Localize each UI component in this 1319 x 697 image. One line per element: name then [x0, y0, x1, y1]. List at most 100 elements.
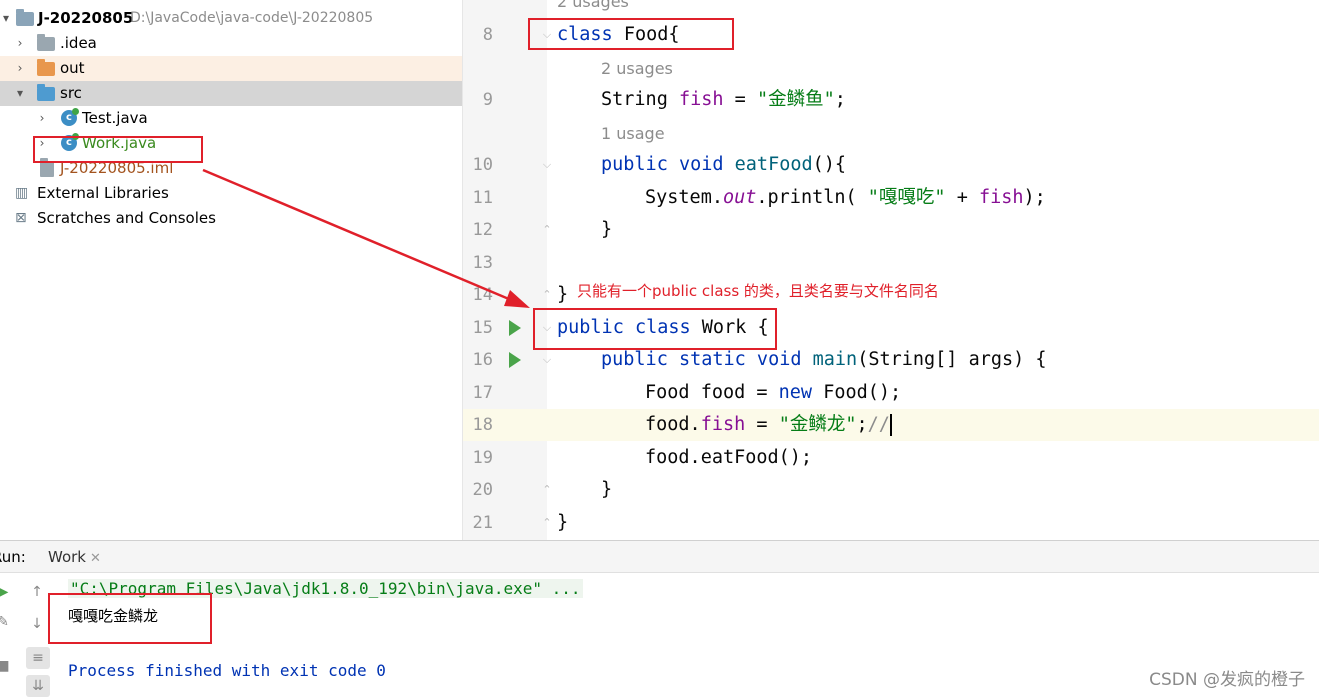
- text-caret: [889, 414, 892, 436]
- fold-icon[interactable]: ⌃: [540, 483, 554, 497]
- tree-item-label: out: [60, 59, 85, 77]
- fold-icon[interactable]: ⌃: [540, 288, 554, 302]
- code-token: Food food =: [645, 382, 779, 403]
- code-line-10[interactable]: 10 ⌵ public void eatFood(){: [463, 149, 1319, 181]
- scroll-to-end-icon[interactable]: ⇊: [26, 675, 50, 697]
- code-token: }: [601, 219, 613, 240]
- arrow-up-icon[interactable]: ↑: [28, 583, 46, 601]
- code-token: (){: [812, 154, 847, 175]
- arrow-down-icon[interactable]: ↓: [28, 615, 46, 633]
- code-token: }: [557, 512, 569, 533]
- soft-wrap-icon[interactable]: ≡: [26, 647, 50, 669]
- line-number: 19: [472, 448, 493, 468]
- line-number: 11: [472, 188, 493, 208]
- tree-item-test-java[interactable]: › c Test.java: [0, 106, 462, 131]
- code-token: =: [723, 89, 757, 110]
- run-icon[interactable]: [509, 320, 521, 336]
- code-line-17[interactable]: 17 Food food = new Food();: [463, 377, 1319, 409]
- rerun-icon[interactable]: ▶: [0, 583, 12, 601]
- code-token: new: [778, 382, 813, 403]
- console-exit-message: Process finished with exit code 0: [68, 661, 386, 680]
- line-number: 13: [472, 253, 493, 273]
- tree-item-out[interactable]: › out: [0, 56, 462, 81]
- code-token: "金鳞龙": [778, 414, 857, 435]
- root-path: D:\JavaCode\java-code\J-20220805: [130, 10, 374, 26]
- fold-icon[interactable]: ⌃: [540, 516, 554, 530]
- code-token: ;: [834, 89, 846, 110]
- run-tab-label: Work: [48, 548, 86, 566]
- code-token: System.: [645, 187, 723, 208]
- close-icon[interactable]: ✕: [90, 551, 101, 566]
- code-line-9[interactable]: 9 String fish = "金鳞鱼";: [463, 84, 1319, 116]
- chevron-down-icon[interactable]: ▾: [14, 81, 26, 106]
- line-number: 12: [472, 220, 493, 240]
- line-number: 16: [472, 350, 493, 370]
- code-token: =: [745, 414, 779, 435]
- annotation-note: 只能有一个public class 的类，且类名要与文件名同名: [577, 282, 939, 300]
- chevron-right-icon[interactable]: ›: [14, 31, 26, 56]
- inlay-hint: 2 usages: [557, 0, 629, 11]
- module-folder-icon: [16, 9, 34, 26]
- watermark: CSDN @发疯的橙子: [1149, 670, 1305, 690]
- code-line-11[interactable]: 11 System.out.println( "嘎嘎吃" + fish);: [463, 182, 1319, 214]
- tree-item-label: External Libraries: [37, 184, 169, 202]
- stop-icon[interactable]: ■: [0, 657, 12, 675]
- wrench-icon[interactable]: ✎: [0, 613, 12, 631]
- code-token: public void: [601, 154, 735, 175]
- line-number: 15: [472, 318, 493, 338]
- chevron-down-icon[interactable]: ▾: [0, 6, 12, 31]
- code-token: "金鳞鱼": [756, 89, 835, 110]
- code-token: "嘎嘎吃": [867, 187, 946, 208]
- code-token: food.: [645, 414, 701, 435]
- fold-icon[interactable]: ⌵: [540, 353, 554, 367]
- tree-item-scratches[interactable]: ⊠ Scratches and Consoles: [0, 206, 462, 231]
- code-token: String: [601, 89, 679, 110]
- annotation-box-output: [48, 593, 212, 644]
- chevron-right-icon[interactable]: ›: [36, 106, 48, 131]
- tree-item-src[interactable]: ▾ src: [0, 81, 462, 106]
- scratches-icon: ⊠: [15, 210, 27, 226]
- tree-root[interactable]: ▾ J-20220805 D:\JavaCode\java-code\J-202…: [0, 6, 462, 31]
- line-number: 21: [472, 513, 493, 533]
- run-tab-work[interactable]: Work ✕: [48, 548, 101, 566]
- chevron-right-icon[interactable]: ›: [14, 56, 26, 81]
- code-line-12[interactable]: 12 ⌃ }: [463, 214, 1319, 246]
- run-label: Run:: [0, 548, 26, 566]
- tree-item-external-libraries[interactable]: ▥ External Libraries: [0, 181, 462, 206]
- code-line-18[interactable]: 18 food.fish = "金鳞龙";//: [463, 409, 1319, 441]
- code-token: main: [812, 349, 858, 370]
- code-token: food.eatFood();: [645, 447, 813, 468]
- line-number: 8: [482, 25, 493, 45]
- run-icon[interactable]: [509, 352, 521, 368]
- inlay-hint: 2 usages: [601, 59, 673, 78]
- code-line-19[interactable]: 19 food.eatFood();: [463, 442, 1319, 474]
- code-line-21[interactable]: 21 ⌃ }: [463, 507, 1319, 539]
- source-folder-icon: [37, 84, 55, 101]
- code-token: public static void: [601, 349, 813, 370]
- code-token: .println(: [756, 187, 868, 208]
- code-editor[interactable]: 2 usages 8 ⌵ class Food{ 2 usages 9 Stri…: [462, 0, 1319, 540]
- code-token: eatFood: [734, 154, 813, 175]
- code-line-20[interactable]: 20 ⌃ }: [463, 474, 1319, 506]
- folder-icon: [37, 34, 55, 51]
- line-number: 20: [472, 480, 493, 500]
- fold-icon[interactable]: ⌃: [540, 223, 554, 237]
- code-token: }: [557, 284, 569, 305]
- code-token: Food();: [812, 382, 902, 403]
- folder-icon: [37, 59, 55, 76]
- root-name: J-20220805: [38, 9, 134, 27]
- line-number: 17: [472, 383, 493, 403]
- tree-item-idea[interactable]: › .idea: [0, 31, 462, 56]
- iml-file-icon: [40, 158, 54, 177]
- code-token: out: [722, 187, 757, 208]
- line-number: 14: [472, 285, 493, 305]
- tree-item-label: src: [60, 84, 82, 102]
- line-number: 9: [482, 90, 493, 110]
- tree-item-label: Test.java: [82, 109, 148, 127]
- tree-item-label: .idea: [60, 34, 97, 52]
- annotation-box-class-work: [533, 308, 777, 350]
- code-line-13[interactable]: 13: [463, 247, 1319, 279]
- annotation-box-work-java: [33, 136, 203, 163]
- fold-icon[interactable]: ⌵: [540, 158, 554, 172]
- line-number: 10: [472, 155, 493, 175]
